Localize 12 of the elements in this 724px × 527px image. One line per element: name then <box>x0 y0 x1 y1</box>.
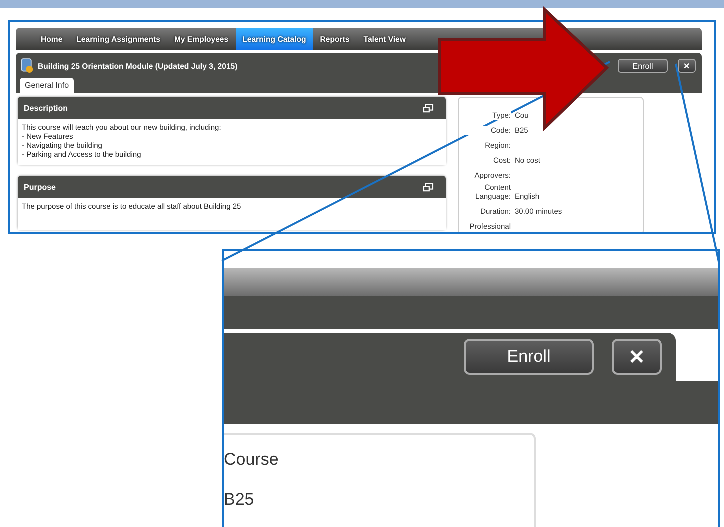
field-value: Course <box>224 449 280 471</box>
restore-icon[interactable] <box>423 182 434 192</box>
enroll-button[interactable]: Enroll <box>464 339 594 375</box>
close-button[interactable]: ✕ <box>678 59 696 73</box>
panel-title: Description <box>24 104 68 112</box>
restore-icon[interactable] <box>423 104 434 112</box>
tab[interactable]: General Info <box>20 78 74 93</box>
close-button[interactable]: ✕ <box>612 339 662 375</box>
enroll-button[interactable]: Enroll <box>618 59 668 73</box>
field-value: B25 <box>224 489 256 511</box>
panel-title: Purpose <box>24 182 56 192</box>
course-icon <box>20 58 34 74</box>
